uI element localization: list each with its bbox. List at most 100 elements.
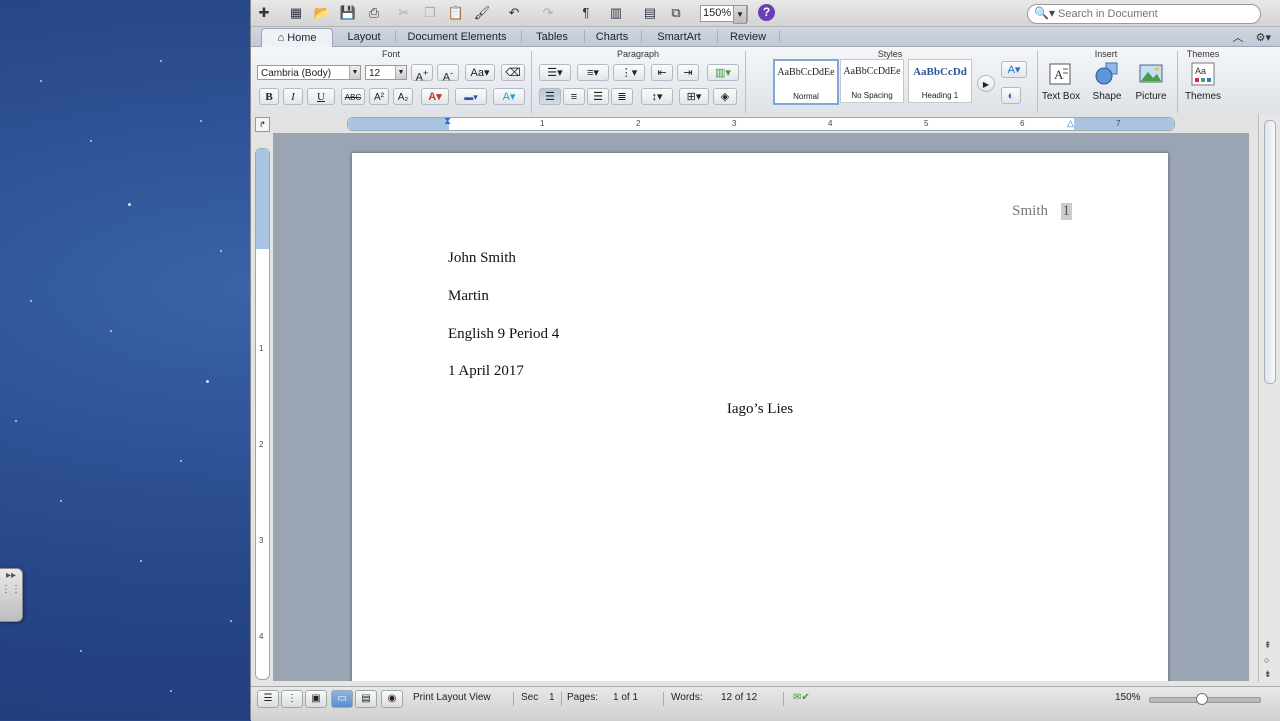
tab-document-elements[interactable]: Document Elements: [397, 28, 517, 46]
borders-button[interactable]: ⊞▾: [679, 88, 709, 105]
print-layout-view-icon[interactable]: ▭: [331, 690, 353, 708]
undo-icon[interactable]: ↶: [505, 4, 523, 22]
shading-button[interactable]: ◈: [713, 88, 737, 105]
scrollbar-thumb[interactable]: [1264, 120, 1276, 384]
underline-button[interactable]: U: [307, 88, 335, 105]
search-input[interactable]: [1058, 6, 1253, 21]
zoom-dropdown-icon[interactable]: ▼: [733, 5, 747, 24]
open-icon[interactable]: 📂: [313, 4, 331, 22]
show-formatting-icon[interactable]: ¶: [577, 4, 595, 22]
change-case-button[interactable]: Aa▾: [465, 64, 495, 81]
font-size-value: 12: [369, 68, 381, 79]
grow-font-button[interactable]: A+: [411, 64, 433, 84]
next-page-icon[interactable]: ⇟: [1264, 669, 1272, 680]
notebook-view-icon[interactable]: ▤: [355, 690, 377, 708]
header-page-number[interactable]: 1: [1060, 203, 1072, 220]
style-no-spacing[interactable]: AaBbCcDdEe No Spacing: [840, 59, 904, 103]
increase-indent-button[interactable]: ⇥: [677, 64, 699, 81]
zoom-slider[interactable]: [1149, 693, 1261, 705]
text-box-button[interactable]: A Text Box: [1037, 59, 1085, 115]
style-sample: AaBbCcDdEe: [777, 67, 835, 78]
ruler-number: 1: [259, 344, 264, 353]
tab-smartart[interactable]: SmartArt: [643, 28, 715, 46]
columns-button[interactable]: ▥▾: [707, 64, 739, 81]
subscript-button[interactable]: A₂: [393, 88, 413, 105]
font-name-select[interactable]: Cambria (Body) ▼: [257, 65, 361, 80]
align-left-button[interactable]: ☰: [539, 88, 561, 105]
words-value[interactable]: 12 of 12: [721, 692, 757, 703]
gallery-icon[interactable]: ▤: [641, 4, 659, 22]
draft-view-icon[interactable]: ☰: [257, 690, 279, 708]
spelling-check-icon[interactable]: ✉✔: [793, 692, 810, 703]
search-icon[interactable]: 🔍▾: [1034, 6, 1055, 20]
collapse-ribbon-icon[interactable]: ︿: [1232, 32, 1243, 44]
ribbon-settings-icon[interactable]: ⚙▾: [1256, 32, 1271, 44]
styles-next-icon[interactable]: ▶: [977, 75, 995, 92]
multilevel-list-button[interactable]: ⋮▾: [613, 64, 645, 81]
zoom-slider-knob[interactable]: [1196, 693, 1208, 705]
toolbox-icon[interactable]: ⧉: [667, 4, 685, 22]
browse-object-icon[interactable]: ○: [1264, 655, 1269, 665]
class-line[interactable]: English 9 Period 4: [448, 326, 559, 343]
redo-icon[interactable]: ↷: [539, 4, 557, 22]
header-name[interactable]: Smith: [1012, 203, 1048, 220]
shape-button[interactable]: Shape: [1083, 59, 1131, 115]
italic-button[interactable]: I: [283, 88, 303, 105]
help-icon[interactable]: ?: [758, 4, 775, 21]
tab-tables[interactable]: Tables: [523, 28, 581, 46]
dock-handle[interactable]: ▸▸ ⋮⋮: [0, 568, 23, 622]
style-normal[interactable]: AaBbCcDdEe Normal: [773, 59, 839, 105]
teacher-line[interactable]: Martin: [448, 288, 489, 305]
strikethrough-button[interactable]: ABC: [341, 88, 365, 105]
tab-charts[interactable]: Charts: [586, 28, 638, 46]
clear-formatting-button[interactable]: ⌫: [501, 64, 525, 81]
date-line[interactable]: 1 April 2017: [448, 363, 524, 380]
highlight-button[interactable]: ▬▾: [455, 88, 487, 105]
tab-home[interactable]: ⌂ Home: [261, 28, 333, 47]
font-color-button[interactable]: A▾: [421, 88, 449, 105]
style-heading-1[interactable]: AaBbCcDd Heading 1: [908, 59, 972, 103]
tab-stop-selector[interactable]: ↱: [255, 117, 270, 132]
essay-title[interactable]: Iago’s Lies: [352, 401, 1168, 418]
align-center-button[interactable]: ≡: [563, 88, 585, 105]
styles-pane-icon[interactable]: ◐: [1001, 87, 1021, 104]
shrink-font-button[interactable]: A-: [437, 64, 459, 84]
publishing-view-icon[interactable]: ▣: [305, 690, 327, 708]
text-effects-button[interactable]: A▾: [493, 88, 525, 105]
text-styles-icon[interactable]: A▾: [1001, 61, 1027, 78]
ruler-number: 6: [1020, 119, 1025, 128]
author-line[interactable]: John Smith: [448, 250, 516, 267]
words-label[interactable]: Words:: [671, 692, 703, 703]
print-icon[interactable]: ⎙: [365, 4, 383, 22]
paste-icon[interactable]: 📋: [447, 4, 465, 22]
decrease-indent-button[interactable]: ⇤: [651, 64, 673, 81]
templates-icon[interactable]: ▦: [287, 4, 305, 22]
justify-button[interactable]: ≣: [611, 88, 633, 105]
copy-icon[interactable]: ❐: [421, 4, 439, 22]
font-size-select[interactable]: 12 ▼: [365, 65, 407, 80]
superscript-button[interactable]: A²: [369, 88, 389, 105]
right-indent-marker-icon[interactable]: △: [1067, 117, 1074, 129]
format-painter-icon[interactable]: 🖌: [473, 4, 491, 22]
cut-icon[interactable]: ✂: [395, 4, 413, 22]
sidebar-icon[interactable]: ▥: [607, 4, 625, 22]
previous-page-icon[interactable]: ⇞: [1264, 640, 1272, 651]
left-indent-marker-icon[interactable]: ⧗: [444, 116, 451, 128]
new-document-icon[interactable]: ✚: [255, 4, 273, 22]
vertical-ruler[interactable]: 1 2 3 4: [255, 148, 270, 680]
themes-button[interactable]: Aa Themes: [1179, 59, 1227, 115]
tab-review[interactable]: Review: [719, 28, 777, 46]
document-page[interactable]: Smith 1 John Smith Martin English 9 Peri…: [352, 153, 1168, 681]
horizontal-ruler[interactable]: 1 2 3 4 5 6 7 ⧗ △: [347, 116, 1175, 131]
vertical-scrollbar[interactable]: ⇞ ○ ⇟: [1258, 114, 1280, 682]
picture-button[interactable]: Picture: [1127, 59, 1175, 115]
bullets-button[interactable]: ☰▾: [539, 64, 571, 81]
bold-button[interactable]: B: [259, 88, 279, 105]
focus-view-icon[interactable]: ◉: [381, 690, 403, 708]
align-right-button[interactable]: ☰: [587, 88, 609, 105]
tab-layout[interactable]: Layout: [335, 28, 393, 46]
save-icon[interactable]: 💾: [339, 4, 357, 22]
line-spacing-button[interactable]: ↕▾: [641, 88, 673, 105]
outline-view-icon[interactable]: ⋮: [281, 690, 303, 708]
numbering-button[interactable]: ≡▾: [577, 64, 609, 81]
